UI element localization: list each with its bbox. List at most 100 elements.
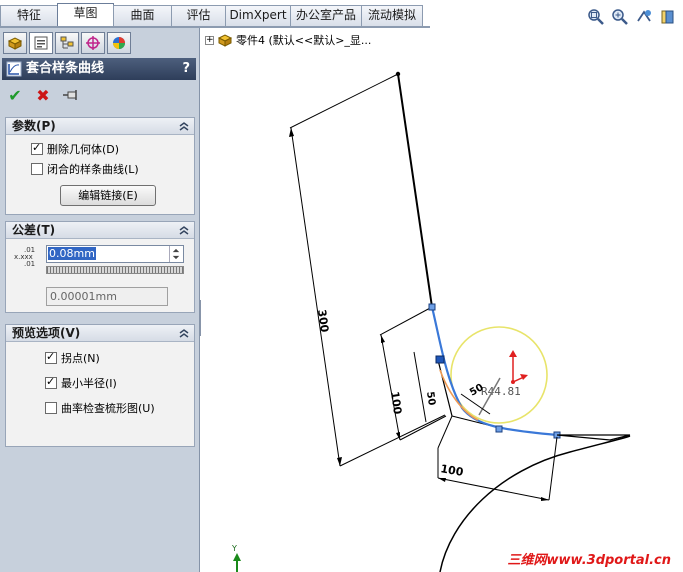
tolerance-value: 0.08mm xyxy=(48,247,96,260)
preview-options-group: 预览选项(V) 拐点(N) 最小半径(I) 曲率检查梳形图(U) xyxy=(5,324,195,447)
spline-point[interactable] xyxy=(428,303,436,311)
property-manager-tab[interactable] xyxy=(29,32,53,54)
closed-spline-checkbox[interactable] xyxy=(31,163,43,175)
help-button[interactable]: ? xyxy=(182,58,190,80)
arrowhead xyxy=(289,128,294,137)
tolerance-icon: .01 x.xxx .01 xyxy=(14,247,35,268)
reference-triad: Y xyxy=(231,544,245,572)
cancel-button[interactable]: ✖ xyxy=(34,86,52,105)
sketch-line-top[interactable] xyxy=(397,73,433,308)
inflection-points-option[interactable]: 拐点(N) xyxy=(6,345,194,370)
tab-surfaces[interactable]: 曲面 xyxy=(113,5,172,26)
min-tolerance-field: 0.00001mm xyxy=(46,287,168,306)
sketch-endpoint[interactable] xyxy=(395,71,401,77)
handle-arrow xyxy=(509,350,517,357)
arrowhead xyxy=(381,335,385,343)
property-manager-actions: ✔ ✖ xyxy=(6,86,80,105)
previous-view-icon[interactable] xyxy=(635,8,653,26)
dimxpert-manager-tab[interactable] xyxy=(81,32,105,54)
min-radius-option[interactable]: 最小半径(I) xyxy=(6,370,194,395)
spline-point[interactable] xyxy=(495,425,503,433)
tab-office-products[interactable]: 办公室产品 xyxy=(290,5,362,26)
inflection-points-label: 拐点(N) xyxy=(61,351,100,365)
minimum-radius-circle xyxy=(450,326,548,424)
feature-manager-tab[interactable] xyxy=(3,32,27,54)
tab-flow-simulation[interactable]: 流动模拟 xyxy=(361,5,423,26)
arrowhead xyxy=(438,478,446,482)
tolerance-slider[interactable] xyxy=(46,266,184,274)
tolerance-icon-bottom: .01 xyxy=(24,260,36,268)
graphics-area[interactable]: 300 100 50 R44.81 50 100 + 零件4 (默认<<默认>_… xyxy=(201,28,683,572)
dimension-line-300 xyxy=(290,127,341,467)
delete-geometry-label: 删除几何体(D) xyxy=(47,143,120,156)
collapse-chevron-icon[interactable] xyxy=(178,224,190,236)
dimension-line-100 xyxy=(380,334,401,441)
part-name: 零件4 (默认<<默认>_显... xyxy=(236,34,372,47)
tolerance-spinner-icon[interactable] xyxy=(169,246,182,262)
section-view-icon[interactable] xyxy=(659,8,677,26)
handle-arrow xyxy=(520,374,528,380)
tolerance-group-title: 公差(T) xyxy=(12,223,56,237)
preview-options-group-header[interactable]: 预览选项(V) xyxy=(6,325,194,342)
extension-line xyxy=(548,436,558,501)
manager-tabs xyxy=(3,32,131,54)
command-tabs: 特征 草图 曲面 评估 DimXpert 办公室产品 流动模拟 xyxy=(0,3,423,26)
collapse-chevron-icon[interactable] xyxy=(178,327,190,339)
delete-geometry-checkbox[interactable] xyxy=(31,141,43,155)
dimension-text-300[interactable]: 300 xyxy=(315,309,331,334)
property-manager-panel: 套合样条曲线 ? ✔ ✖ 参数(P) 删除几何体(D) 闭合的样条曲线 xyxy=(0,28,200,572)
dimension-text-100[interactable]: 100 xyxy=(388,391,404,416)
triad-y-label: Y xyxy=(232,544,237,553)
extension-line xyxy=(437,415,453,449)
curvature-comb-checkbox[interactable] xyxy=(45,401,57,414)
tolerance-input[interactable]: 0.08mm xyxy=(46,245,184,263)
display-manager-icon xyxy=(113,37,125,49)
dimension-text-bottom-100[interactable]: 100 xyxy=(439,462,464,479)
curvature-comb-label: 曲率检查梳形图(U) xyxy=(61,401,155,415)
triad-y-arrow-icon xyxy=(233,553,241,572)
property-manager-title-bar: 套合样条曲线 ? xyxy=(2,58,196,80)
min-radius-label: 最小半径(I) xyxy=(61,376,117,390)
dimxpert-manager-icon xyxy=(86,36,100,50)
sketch-canvas[interactable]: 300 100 50 R44.81 50 100 xyxy=(201,28,683,572)
delete-geometry-option[interactable]: 删除几何体(D) xyxy=(6,139,194,159)
display-manager-tab[interactable] xyxy=(107,32,131,54)
handle-origin[interactable] xyxy=(511,380,515,384)
tab-features[interactable]: 特征 xyxy=(0,5,58,26)
curvature-comb-option[interactable]: 曲率检查梳形图(U) xyxy=(6,395,194,420)
tree-expand-toggle[interactable]: + xyxy=(205,35,214,45)
tab-dimxpert[interactable]: DimXpert xyxy=(225,5,291,26)
pin-button[interactable] xyxy=(62,86,80,104)
collapse-chevron-icon[interactable] xyxy=(178,120,190,132)
zoom-to-fit-icon[interactable] xyxy=(587,8,605,26)
edit-links-button[interactable]: 编辑链接(E) xyxy=(60,185,156,206)
tolerance-group: 公差(T) .01 x.xxx .01 0.08mm 0.00001mm xyxy=(5,221,195,313)
parameters-group-header[interactable]: 参数(P) xyxy=(6,118,194,135)
preview-options-group-title: 预览选项(V) xyxy=(12,326,81,340)
feature-manager-icon xyxy=(7,37,23,50)
min-radius-checkbox[interactable] xyxy=(45,375,57,389)
tolerance-row: .01 x.xxx .01 0.08mm 0.00001mm xyxy=(6,239,194,306)
inflection-points-checkbox[interactable] xyxy=(45,350,57,364)
property-manager-title: 套合样条曲线 xyxy=(26,61,105,76)
sketch-line-corner[interactable] xyxy=(437,359,453,417)
extension-line xyxy=(289,73,399,129)
closed-spline-option[interactable]: 闭合的样条曲线(L) xyxy=(6,159,194,179)
ok-button[interactable]: ✔ xyxy=(6,86,24,105)
pin-icon xyxy=(63,90,77,100)
extension-line xyxy=(339,414,446,467)
property-manager-icon xyxy=(34,36,48,50)
tab-sketch[interactable]: 草图 xyxy=(57,3,114,26)
dimension-text-50[interactable]: 50 xyxy=(424,391,437,406)
configuration-manager-tab[interactable] xyxy=(55,32,79,54)
tab-evaluate[interactable]: 评估 xyxy=(171,5,226,26)
extension-line xyxy=(379,306,433,336)
arrowhead xyxy=(541,497,549,501)
fit-spline-icon xyxy=(6,61,22,77)
part-icon xyxy=(217,34,233,47)
min-radius-label: R44.81 xyxy=(481,385,521,398)
tolerance-group-header[interactable]: 公差(T) xyxy=(6,222,194,239)
feature-tree-root[interactable]: + 零件4 (默认<<默认>_显... xyxy=(205,32,371,48)
spline-point[interactable] xyxy=(435,355,445,364)
zoom-to-area-icon[interactable] xyxy=(611,8,629,26)
